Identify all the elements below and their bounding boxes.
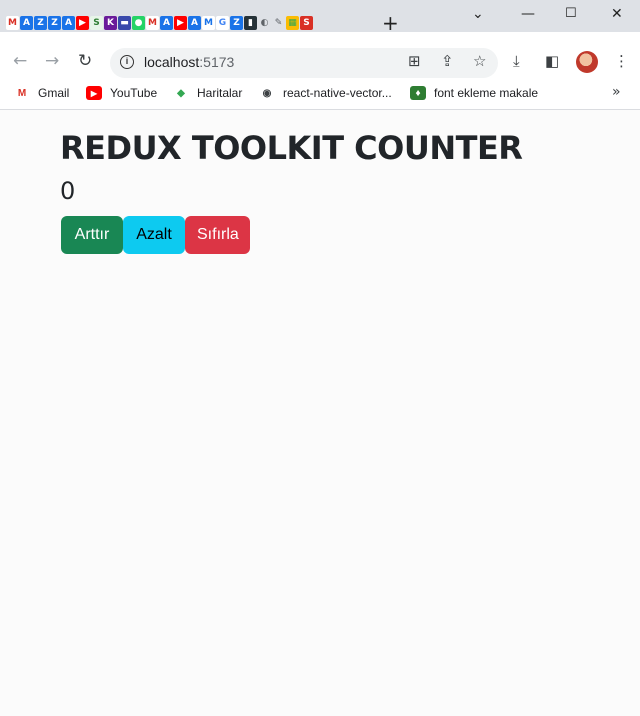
tab-favicon-icon[interactable]: S [90, 16, 103, 30]
tab-favicon-icon[interactable]: A [62, 16, 75, 30]
tab-favicon-icon[interactable]: S [300, 16, 313, 30]
tab-favicon-icon[interactable]: ▶ [76, 16, 89, 30]
increment-button[interactable]: Arttır [61, 216, 123, 254]
download-icon[interactable]: ⤓ [513, 52, 520, 70]
share-icon[interactable]: ⇪ [441, 52, 454, 70]
translate-icon[interactable]: ⊞ [408, 52, 421, 70]
reset-button[interactable]: Sıfırla [185, 216, 250, 254]
minimize-icon[interactable]: — [521, 6, 535, 22]
maps-icon: ◆ [177, 87, 185, 99]
button-group: Arttır Azalt Sıfırla [61, 216, 250, 254]
chevron-right-icon[interactable]: » [612, 84, 621, 100]
close-icon[interactable]: ✕ [611, 6, 623, 22]
gmail-icon: M [17, 87, 27, 99]
tab-favicon-icon[interactable]: ▮ [244, 16, 257, 30]
tab-favicon-icon[interactable]: ◐ [258, 16, 271, 30]
side-panel-icon[interactable]: ◧ [545, 52, 559, 70]
page-content: REDUX TOOLKIT COUNTER 0 Arttır Azalt Sıf… [0, 111, 640, 716]
bookmark-react-native-vector[interactable]: ◉ react-native-vector... [259, 86, 392, 100]
page-title: REDUX TOOLKIT COUNTER [60, 129, 523, 167]
bookmark-label: font ekleme makale [434, 86, 539, 100]
tab-favicon-icon[interactable]: K [104, 16, 117, 30]
tab-favicon-icon[interactable]: ▶ [174, 16, 187, 30]
tab-favicon-icon[interactable]: Z [48, 16, 61, 30]
forward-icon[interactable]: → [45, 52, 59, 70]
bookmark-page-icon: ♦ [410, 86, 426, 100]
tab-favicon-icon[interactable]: A [160, 16, 173, 30]
bookmark-label: react-native-vector... [283, 86, 392, 100]
counter-value: 0 [60, 177, 76, 205]
tab-favicon-icon[interactable]: ● [132, 16, 145, 30]
bookmark-label: Haritalar [197, 86, 243, 100]
bookmark-font-ekleme[interactable]: ♦ font ekleme makale [410, 86, 538, 100]
plus-icon[interactable]: + [382, 13, 399, 33]
bookmark-label: YouTube [110, 86, 158, 100]
tab-favicon-icon[interactable]: Z [230, 16, 243, 30]
tab-favicon-icon[interactable]: ▬ [118, 16, 131, 30]
reload-icon[interactable]: ↻ [78, 52, 92, 70]
bookmark-youtube[interactable]: ▶ YouTube [86, 86, 157, 100]
maximize-icon[interactable]: ☐ [565, 6, 577, 21]
bookmark-label: Gmail [38, 86, 70, 100]
decrement-button[interactable]: Azalt [123, 216, 185, 254]
globe-icon: ◉ [262, 87, 272, 99]
bookmark-maps[interactable]: ◆ Haritalar [173, 86, 242, 100]
tab-favicon-icon[interactable]: A [20, 16, 33, 30]
tab-favicon-icon[interactable]: M [146, 16, 159, 30]
tab-search-icon[interactable]: ⌄ [472, 6, 484, 22]
tab-favicon-icon[interactable]: A [188, 16, 201, 30]
url-text[interactable]: localhost:5173 [144, 54, 234, 70]
back-icon[interactable]: ← [13, 52, 27, 70]
star-icon[interactable]: ☆ [473, 52, 486, 70]
pinned-tab-icons: M A Z Z A ▶ S K ▬ ● M A ▶ A M G Z ▮ ◐ ✎ ▦ S [6, 16, 313, 30]
tab-favicon-icon[interactable]: Z [34, 16, 47, 30]
tab-favicon-icon[interactable]: M [6, 16, 19, 30]
tab-favicon-icon[interactable]: ✎ [272, 16, 285, 30]
tab-favicon-icon[interactable]: ▦ [286, 16, 299, 30]
youtube-icon: ▶ [86, 86, 102, 100]
site-info-icon[interactable]: i [120, 55, 134, 69]
tab-favicon-icon[interactable]: G [216, 16, 229, 30]
menu-icon[interactable]: ⋮ [614, 52, 629, 70]
bookmark-gmail[interactable]: M Gmail [14, 86, 70, 100]
profile-avatar[interactable] [576, 51, 598, 73]
tab-favicon-icon[interactable]: M [202, 16, 215, 30]
